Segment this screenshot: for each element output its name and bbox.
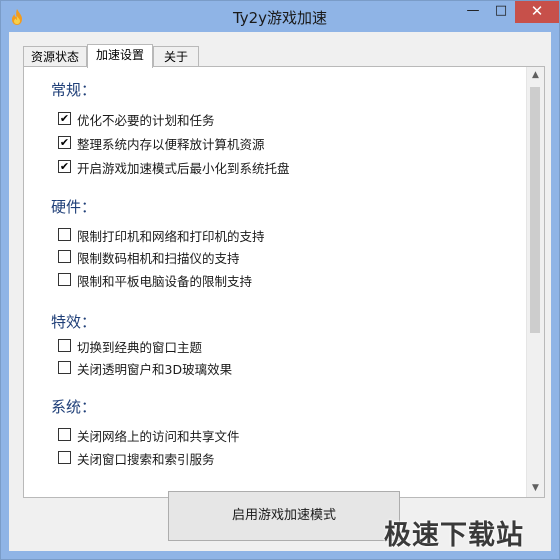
maximize-button[interactable]: □ (487, 1, 515, 23)
section-system-heading: 系统： (51, 398, 97, 416)
close-button[interactable]: ✕ (515, 1, 559, 23)
option-label: 限制打印机和网络和打印机的支持 (77, 229, 265, 244)
settings-panel: 常规： ✔ 优化不必要的计划和任务 ✔ 整理系统内存以便释放计算机资源 ✔ 开启… (23, 66, 545, 498)
minimize-button[interactable]: — (459, 1, 487, 23)
tab-about[interactable]: 关于 (153, 46, 199, 67)
checkbox-checked[interactable]: ✔ (58, 112, 71, 125)
checkbox-unchecked[interactable] (58, 451, 71, 464)
option-label: 限制数码相机和扫描仪的支持 (77, 251, 240, 266)
checkbox-unchecked[interactable] (58, 428, 71, 441)
checkbox-unchecked[interactable] (58, 339, 71, 352)
title-bar[interactable]: Ty2y游戏加速 — □ ✕ (1, 1, 559, 32)
start-acceleration-button[interactable]: 启用游戏加速模式 (168, 491, 400, 541)
option-label: 优化不必要的计划和任务 (77, 113, 215, 128)
vertical-scrollbar[interactable]: ▲ ▼ (526, 67, 544, 497)
checkbox-unchecked[interactable] (58, 361, 71, 374)
checkbox-unchecked[interactable] (58, 273, 71, 286)
section-general-heading: 常规： (51, 81, 97, 99)
option-label: 整理系统内存以便释放计算机资源 (77, 137, 265, 152)
tab-resource-status[interactable]: 资源状态 (23, 46, 87, 67)
watermark-text: 极速下载站 (384, 520, 524, 551)
option-label: 关闭透明窗户和3D玻璃效果 (77, 362, 233, 377)
option-label: 关闭网络上的访问和共享文件 (77, 429, 240, 444)
option-label: 限制和平板电脑设备的限制支持 (77, 274, 253, 289)
app-window: Ty2y游戏加速 — □ ✕ 资源状态 加速设置 关于 常规： ✔ 优化不必要的… (0, 0, 560, 560)
scrollbar-thumb[interactable] (530, 87, 540, 333)
window-client-area: 资源状态 加速设置 关于 常规： ✔ 优化不必要的计划和任务 ✔ 整理系统内存以… (9, 32, 551, 551)
scroll-down-icon[interactable]: ▼ (527, 480, 544, 497)
checkbox-unchecked[interactable] (58, 228, 71, 241)
section-hardware-heading: 硬件： (51, 198, 97, 216)
tab-acceleration-settings[interactable]: 加速设置 (87, 44, 153, 68)
section-effects-heading: 特效： (51, 313, 97, 331)
option-label: 开启游戏加速模式后最小化到系统托盘 (77, 161, 290, 176)
option-label: 关闭窗口搜索和索引服务 (77, 452, 215, 467)
checkbox-checked[interactable]: ✔ (58, 160, 71, 173)
checkbox-checked[interactable]: ✔ (58, 136, 71, 149)
checkbox-unchecked[interactable] (58, 250, 71, 263)
scroll-up-icon[interactable]: ▲ (527, 67, 544, 84)
option-label: 切换到经典的窗口主题 (77, 340, 203, 355)
